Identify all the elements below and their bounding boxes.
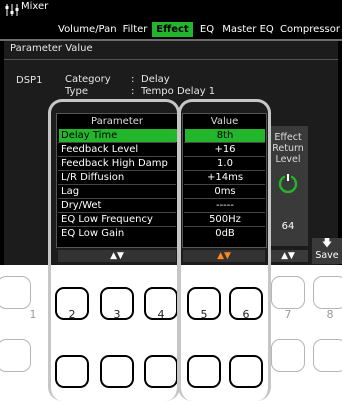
- tab-compressor[interactable]: Compressor: [280, 22, 340, 37]
- tab-effect[interactable]: Effect: [152, 22, 193, 37]
- value-button-bracket: [178, 99, 271, 401]
- type-separator: :: [131, 86, 135, 97]
- button-number-8: 8: [326, 308, 334, 321]
- effect-return-value: 64: [281, 221, 295, 232]
- button-number-7: 7: [284, 308, 292, 321]
- type-key: Type: [65, 86, 88, 97]
- category-separator: :: [131, 74, 135, 85]
- upper-button-7[interactable]: [271, 276, 305, 309]
- header: Mixer Volume/Pan Filter Effect EQ Master…: [0, 0, 342, 41]
- upper-button-1[interactable]: [0, 276, 31, 309]
- save-button[interactable]: 🡇 Save: [312, 238, 342, 264]
- section-divider: [4, 59, 338, 60]
- type-value: Tempo Delay 1: [141, 86, 216, 97]
- category-value: Delay: [141, 74, 170, 85]
- parameter-button-bracket: [48, 99, 180, 401]
- effect-return-arrows[interactable]: ▲▼: [268, 250, 308, 262]
- lower-button-8[interactable]: [313, 339, 342, 372]
- effect-return-knob-icon[interactable]: [277, 172, 299, 194]
- button-number-1: 1: [29, 308, 37, 321]
- download-arrow-icon: 🡇: [321, 238, 333, 249]
- dsp-label: DSP1: [16, 75, 43, 86]
- category-key: Category: [65, 74, 111, 85]
- tab-eq[interactable]: EQ: [196, 22, 218, 37]
- effect-return-label: Effect Return Level: [272, 132, 304, 165]
- section-title: Parameter Value: [10, 43, 93, 54]
- mixer-icon: [5, 4, 19, 16]
- save-label: Save: [315, 250, 339, 261]
- upper-button-8[interactable]: [313, 276, 342, 309]
- tab-master-eq[interactable]: Master EQ: [221, 22, 275, 37]
- tab-volume-pan[interactable]: Volume/Pan: [58, 22, 117, 37]
- lower-button-7[interactable]: [271, 339, 305, 372]
- lower-button-1[interactable]: [0, 339, 31, 372]
- tab-filter[interactable]: Filter: [119, 22, 151, 37]
- app-title: Mixer: [21, 1, 49, 12]
